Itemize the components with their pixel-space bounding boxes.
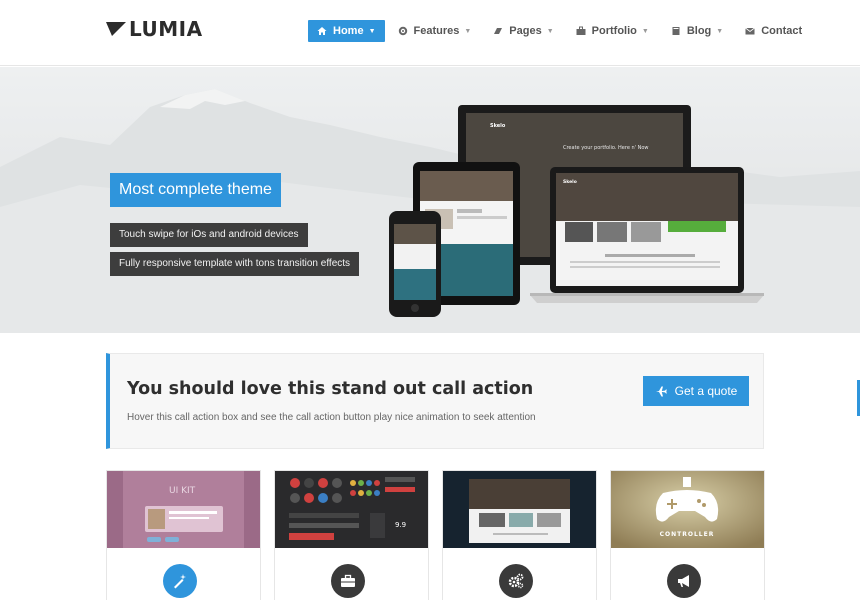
card-thumbnail: CONTROLLER [611,471,764,548]
briefcase-icon [576,26,586,35]
nav-item-home[interactable]: Home ▼ [308,20,385,42]
hero-title: Most complete theme [110,173,281,207]
nav-label: Features [413,25,460,37]
nav-item-blog[interactable]: Blog ▼ [662,20,732,42]
feature-card[interactable] [442,470,597,600]
laptop-brand: Skelo [563,179,577,185]
nav-label: Contact [761,25,803,37]
gear-icon [398,26,407,36]
briefcase-icon [341,574,355,587]
card-thumbnail: UI KIT [107,471,260,548]
card-icon-circle [499,564,533,598]
logo[interactable]: LUMIA [106,17,203,41]
chevron-down-icon: ▼ [716,27,724,35]
nav-item-portfolio[interactable]: Portfolio ▼ [567,20,658,42]
main-nav: Home ▼ Features ▼ Pages ▼ Portfolio ▼ Bl… [308,20,815,42]
hero-caption-2: Fully responsive template with tons tran… [110,252,360,276]
site-header: LUMIA Home ▼ Features ▼ Pages ▼ Portfoli… [0,0,860,66]
card-icon-circle [667,564,701,598]
magic-wand-icon [174,574,186,589]
cogs-icon [508,573,524,589]
pages-icon [494,28,503,34]
chevron-down-icon: ▼ [464,27,472,35]
thumb-label: 9.9 [395,521,406,529]
book-icon [672,27,680,35]
get-a-quote-button[interactable]: Get a quote [643,376,749,406]
logo-icon [106,22,126,36]
feature-card[interactable]: 9.9 [274,470,429,600]
nav-item-pages[interactable]: Pages ▼ [484,20,562,42]
card-thumbnail: 9.9 [275,471,428,548]
feature-card[interactable]: CONTROLLER [610,470,765,600]
nav-label: Pages [509,25,542,37]
logo-text: LUMIA [129,17,203,41]
envelope-icon [745,27,755,35]
cta-button-label: Get a quote [674,384,738,398]
card-thumbnail [443,471,596,548]
home-icon [317,27,327,35]
chevron-down-icon: ▼ [546,27,554,35]
card-icon-circle [331,564,365,598]
cta-title: You should love this stand out call acti… [127,379,534,399]
bullhorn-icon [678,575,689,587]
plane-icon [655,386,667,397]
chevron-down-icon: ▼ [368,27,376,35]
thumb-label: UI KIT [169,486,196,496]
nav-label: Blog [686,25,712,37]
thumb-label: CONTROLLER [660,531,715,538]
call-to-action-box[interactable]: You should love this stand out call acti… [106,353,764,449]
responsive-devices-image: Skelo Create your portfolio. Here n' Now… [389,105,764,317]
hero-slider[interactable]: Most complete theme Touch swipe for iOs … [0,67,860,333]
cta-description: Hover this call action box and see the c… [127,412,536,423]
nav-label: Portfolio [591,25,637,37]
chevron-down-icon: ▼ [641,27,649,35]
monitor-brand: Skelo [490,123,506,129]
feature-card[interactable]: UI KIT [106,470,261,600]
monitor-headline: Create your portfolio. Here n' Now [563,145,649,151]
nav-label: Home [333,25,364,37]
nav-item-features[interactable]: Features ▼ [389,20,481,42]
hero-caption-1: Touch swipe for iOs and android devices [110,223,308,247]
nav-item-contact[interactable]: Contact [736,20,811,42]
card-icon-circle [163,564,197,598]
